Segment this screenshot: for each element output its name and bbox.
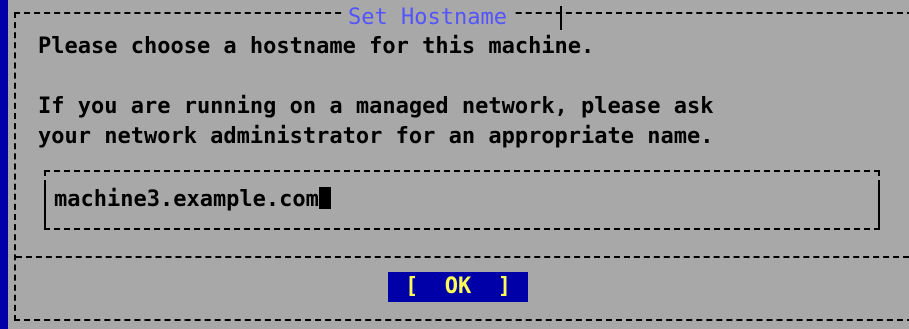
hostname-input[interactable]: machine3.example.com bbox=[54, 184, 864, 216]
text-cursor bbox=[318, 187, 331, 209]
hostname-input-value: machine3.example.com bbox=[54, 187, 319, 212]
button-separator bbox=[16, 256, 909, 258]
prompt-text: Please choose a hostname for this machin… bbox=[38, 34, 595, 59]
help-text-line-2: your network administrator for an approp… bbox=[38, 124, 714, 149]
help-text-line-1: If you are running on a managed network,… bbox=[38, 94, 714, 119]
input-edge-left bbox=[44, 180, 46, 224]
title-divider-right bbox=[560, 6, 562, 30]
dialog-title: Set Hostname bbox=[342, 4, 513, 32]
input-edge-right bbox=[878, 180, 880, 224]
ok-button[interactable]: [ OK ] bbox=[388, 272, 528, 302]
set-hostname-dialog: Set Hostname Please choose a hostname fo… bbox=[8, 0, 909, 329]
